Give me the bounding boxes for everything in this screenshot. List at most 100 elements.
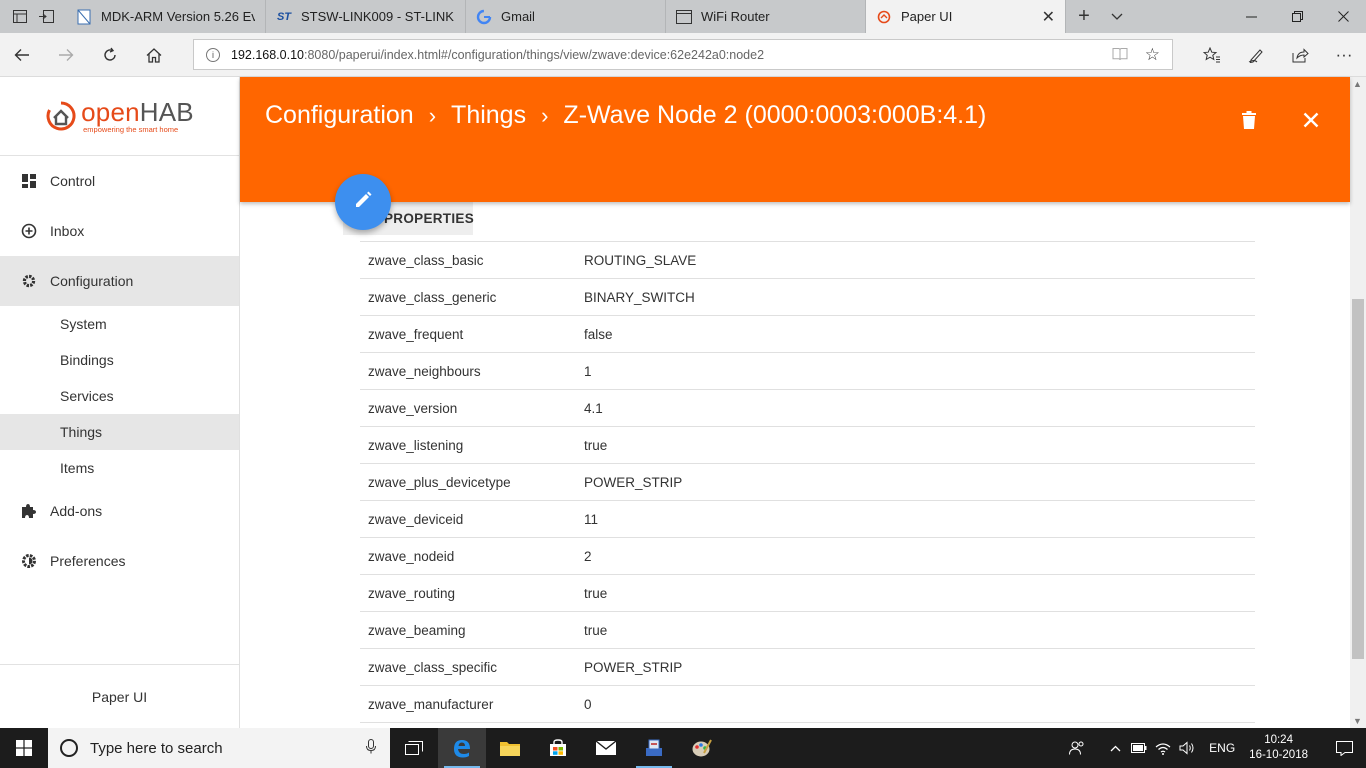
table-row: zwave_routing true <box>360 575 1255 612</box>
property-key: zwave_neighbours <box>368 363 481 379</box>
table-row: zwave_class_basic ROUTING_SLAVE <box>360 242 1255 279</box>
volume-icon[interactable] <box>1175 741 1199 755</box>
chevron-down-icon[interactable] <box>1102 0 1132 33</box>
submenu-item-items[interactable]: Items <box>0 450 239 486</box>
property-key: zwave_class_specific <box>368 659 498 675</box>
property-key: zwave_class_basic <box>368 252 484 268</box>
site-info-icon[interactable]: i <box>206 47 220 62</box>
taskbar-search-box[interactable]: Type here to search <box>48 728 390 768</box>
windows-taskbar: Type here to search ENG 10:24 16-10-2018 <box>0 728 1366 768</box>
store-icon[interactable] <box>534 728 582 768</box>
windows-start-icon[interactable] <box>0 728 48 768</box>
battery-icon[interactable] <box>1127 743 1151 753</box>
edit-button[interactable] <box>335 174 391 230</box>
restore-icon[interactable] <box>1274 0 1320 33</box>
mail-icon[interactable] <box>582 728 630 768</box>
property-value: false <box>584 326 613 342</box>
property-value: ROUTING_SLAVE <box>584 252 697 268</box>
menu-item-addons[interactable]: Add-ons <box>0 486 239 536</box>
scrollbar-thumb[interactable] <box>1352 299 1364 659</box>
tab-preview-icon[interactable] <box>9 6 31 28</box>
cortana-icon <box>60 739 78 757</box>
new-tab-icon[interactable]: + <box>1066 0 1102 33</box>
scroll-up-icon[interactable]: ▲ <box>1353 79 1362 89</box>
property-value: 4.1 <box>584 400 603 416</box>
more-options-icon[interactable]: ··· <box>1322 41 1366 69</box>
microphone-icon[interactable] <box>366 739 376 757</box>
url-field[interactable]: i 192.168.0.10:8080/paperui/index.html#/… <box>193 39 1173 70</box>
close-window-icon[interactable] <box>1320 0 1366 33</box>
close-icon[interactable] <box>1296 105 1326 135</box>
browser-tab-gmail[interactable]: Gmail <box>466 0 666 33</box>
pen-notes-icon[interactable] <box>1234 41 1278 69</box>
submenu-item-services[interactable]: Services <box>0 378 239 414</box>
sidebar-footer: Paper UI <box>0 664 239 728</box>
breadcrumb-configuration[interactable]: Configuration <box>265 101 414 130</box>
refresh-icon[interactable] <box>96 41 124 69</box>
add-circle-icon <box>20 222 38 240</box>
submenu-item-system[interactable]: System <box>0 306 239 342</box>
table-row: zwave_listening true <box>360 427 1255 464</box>
system-tray: ENG 10:24 16-10-2018 <box>1065 728 1366 768</box>
menu-item-configuration[interactable]: Configuration <box>0 256 239 306</box>
submenu-item-bindings[interactable]: Bindings <box>0 342 239 378</box>
property-value: true <box>584 437 608 453</box>
home-icon[interactable] <box>140 41 168 69</box>
chevron-up-icon[interactable] <box>1103 745 1127 752</box>
table-row: zwave_neighbours 1 <box>360 353 1255 390</box>
browser-tab-mdk[interactable]: MDK-ARM Version 5.26 Eva <box>66 0 266 33</box>
forward-icon[interactable] <box>52 41 80 69</box>
search-placeholder: Type here to search <box>90 739 223 757</box>
task-view-icon[interactable] <box>390 728 438 768</box>
minimize-icon[interactable] <box>1228 0 1274 33</box>
openhab-logo[interactable]: openHAB empowering the smart home <box>0 77 239 156</box>
tab-title: MDK-ARM Version 5.26 Eva <box>101 9 255 24</box>
share-icon[interactable] <box>1278 41 1322 69</box>
menu-item-inbox[interactable]: Inbox <box>0 206 239 256</box>
edge-browser-icon[interactable] <box>438 728 486 768</box>
property-value: POWER_STRIP <box>584 474 683 490</box>
property-key: zwave_frequent <box>368 326 464 342</box>
action-center-icon[interactable] <box>1322 728 1366 768</box>
file-explorer-icon[interactable] <box>486 728 534 768</box>
tab-title: STSW-LINK009 - ST-LINK, S <box>301 9 455 24</box>
favorites-hub-icon[interactable] <box>1190 41 1234 69</box>
people-icon[interactable] <box>1065 741 1089 755</box>
browser-tab-stsw[interactable]: ST STSW-LINK009 - ST-LINK, S <box>266 0 466 33</box>
openhab-icon <box>876 9 892 25</box>
scroll-down-icon[interactable]: ▼ <box>1353 716 1362 726</box>
menu-item-control[interactable]: Control <box>0 156 239 206</box>
browser-tab-paperui[interactable]: Paper UI ✕ <box>866 0 1066 33</box>
set-tabs-aside-icon[interactable] <box>36 6 58 28</box>
back-icon[interactable] <box>8 41 36 69</box>
properties-table: zwave_class_basic ROUTING_SLAVE zwave_cla… <box>360 241 1255 723</box>
breadcrumb-things[interactable]: Things <box>451 101 526 130</box>
menu-item-preferences[interactable]: Preferences <box>0 536 239 586</box>
favorite-star-icon[interactable]: ☆ <box>1145 45 1160 65</box>
menu-label: Inbox <box>50 223 85 239</box>
menu-label: Add-ons <box>50 503 103 519</box>
input-language[interactable]: ENG <box>1209 741 1235 755</box>
property-key: zwave_manufacturer <box>368 696 494 712</box>
table-row: zwave_class_generic BINARY_SWITCH <box>360 279 1255 316</box>
property-value: POWER_STRIP <box>584 659 683 675</box>
browser-tab-wifi[interactable]: WiFi Router <box>666 0 866 33</box>
puzzle-icon <box>20 502 38 520</box>
reading-view-icon[interactable] <box>1112 47 1128 64</box>
st-logo-icon: ST <box>276 10 292 23</box>
submenu-item-things[interactable]: Things <box>0 414 239 450</box>
property-key: zwave_deviceid <box>368 511 464 527</box>
settings-brightness-icon <box>20 552 38 570</box>
keil-uvision-icon[interactable] <box>630 728 678 768</box>
page-scrollbar[interactable]: ▲ ▼ <box>1350 77 1366 728</box>
breadcrumb-separator: › <box>428 102 437 128</box>
property-value: true <box>584 622 608 638</box>
property-value: 11 <box>584 511 599 527</box>
close-tab-icon[interactable]: ✕ <box>1042 7 1055 27</box>
paint-icon[interactable] <box>678 728 726 768</box>
browser-toolbar: ··· <box>1190 41 1366 69</box>
delete-icon[interactable] <box>1234 105 1264 135</box>
main-content: PROPERTIES zwave_class_basic ROUTING_SLAV… <box>240 202 1350 728</box>
taskbar-clock[interactable]: 10:24 16-10-2018 <box>1249 733 1308 763</box>
wifi-icon[interactable] <box>1151 742 1175 755</box>
